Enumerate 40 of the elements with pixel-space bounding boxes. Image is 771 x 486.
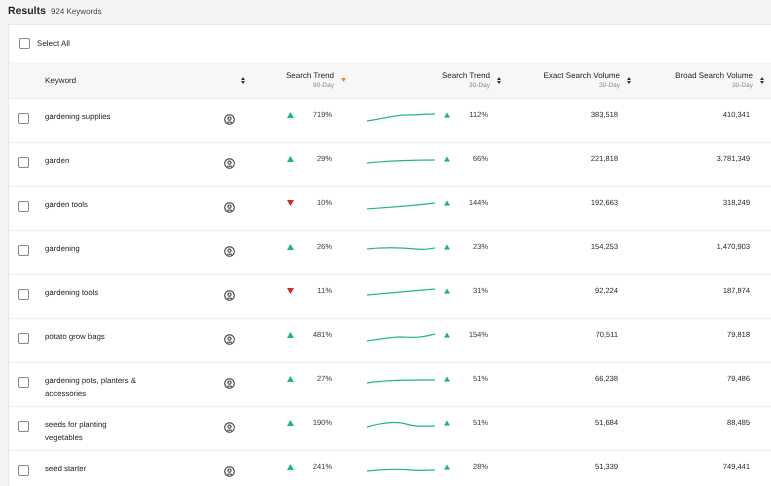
account-icon[interactable]: [224, 290, 235, 301]
keyword-count: 924 Keywords: [50, 7, 102, 16]
column-header[interactable]: Keyword: [45, 76, 76, 84]
account-icon[interactable]: [224, 202, 235, 213]
row-checkbox[interactable]: [18, 421, 29, 432]
account-icon[interactable]: [224, 378, 235, 389]
account-icon[interactable]: [224, 422, 235, 433]
column-header[interactable]: Broad Search Volume: [675, 71, 753, 80]
sparkline: [366, 333, 436, 342]
account-icon[interactable]: [224, 158, 235, 169]
sort-icon[interactable]: [241, 76, 245, 84]
sparkline: [366, 379, 436, 384]
sparkline: [366, 420, 436, 428]
sort-icon[interactable]: [760, 76, 764, 84]
select-all-checkbox[interactable]: [19, 38, 30, 49]
row-checkbox[interactable]: [18, 245, 29, 256]
row-checkbox[interactable]: [18, 289, 29, 300]
row-checkbox[interactable]: [18, 333, 29, 344]
account-icon[interactable]: [224, 114, 235, 125]
sparkline: [366, 468, 436, 472]
row-checkbox[interactable]: [18, 201, 29, 212]
select-all-label: Select All: [37, 39, 70, 48]
sort-icon[interactable]: [497, 76, 501, 84]
row-checkbox[interactable]: [18, 113, 29, 124]
row-checkbox[interactable]: [18, 157, 29, 168]
sparkline: [366, 246, 436, 250]
sparkline: [366, 288, 436, 296]
sparkline: [366, 159, 436, 164]
results-title: Results: [8, 5, 46, 17]
account-icon[interactable]: [224, 246, 235, 257]
column-header[interactable]: Search Trend: [286, 71, 334, 80]
account-icon[interactable]: [224, 466, 235, 477]
account-icon[interactable]: [224, 334, 235, 345]
row-checkbox[interactable]: [18, 465, 29, 476]
sparkline: [366, 202, 436, 210]
row-checkbox[interactable]: [18, 377, 29, 388]
sparkline: [366, 113, 436, 122]
column-header[interactable]: Search Trend: [442, 71, 490, 80]
column-header[interactable]: Exact Search Volume: [544, 71, 620, 80]
sort-icon[interactable]: [627, 76, 631, 84]
